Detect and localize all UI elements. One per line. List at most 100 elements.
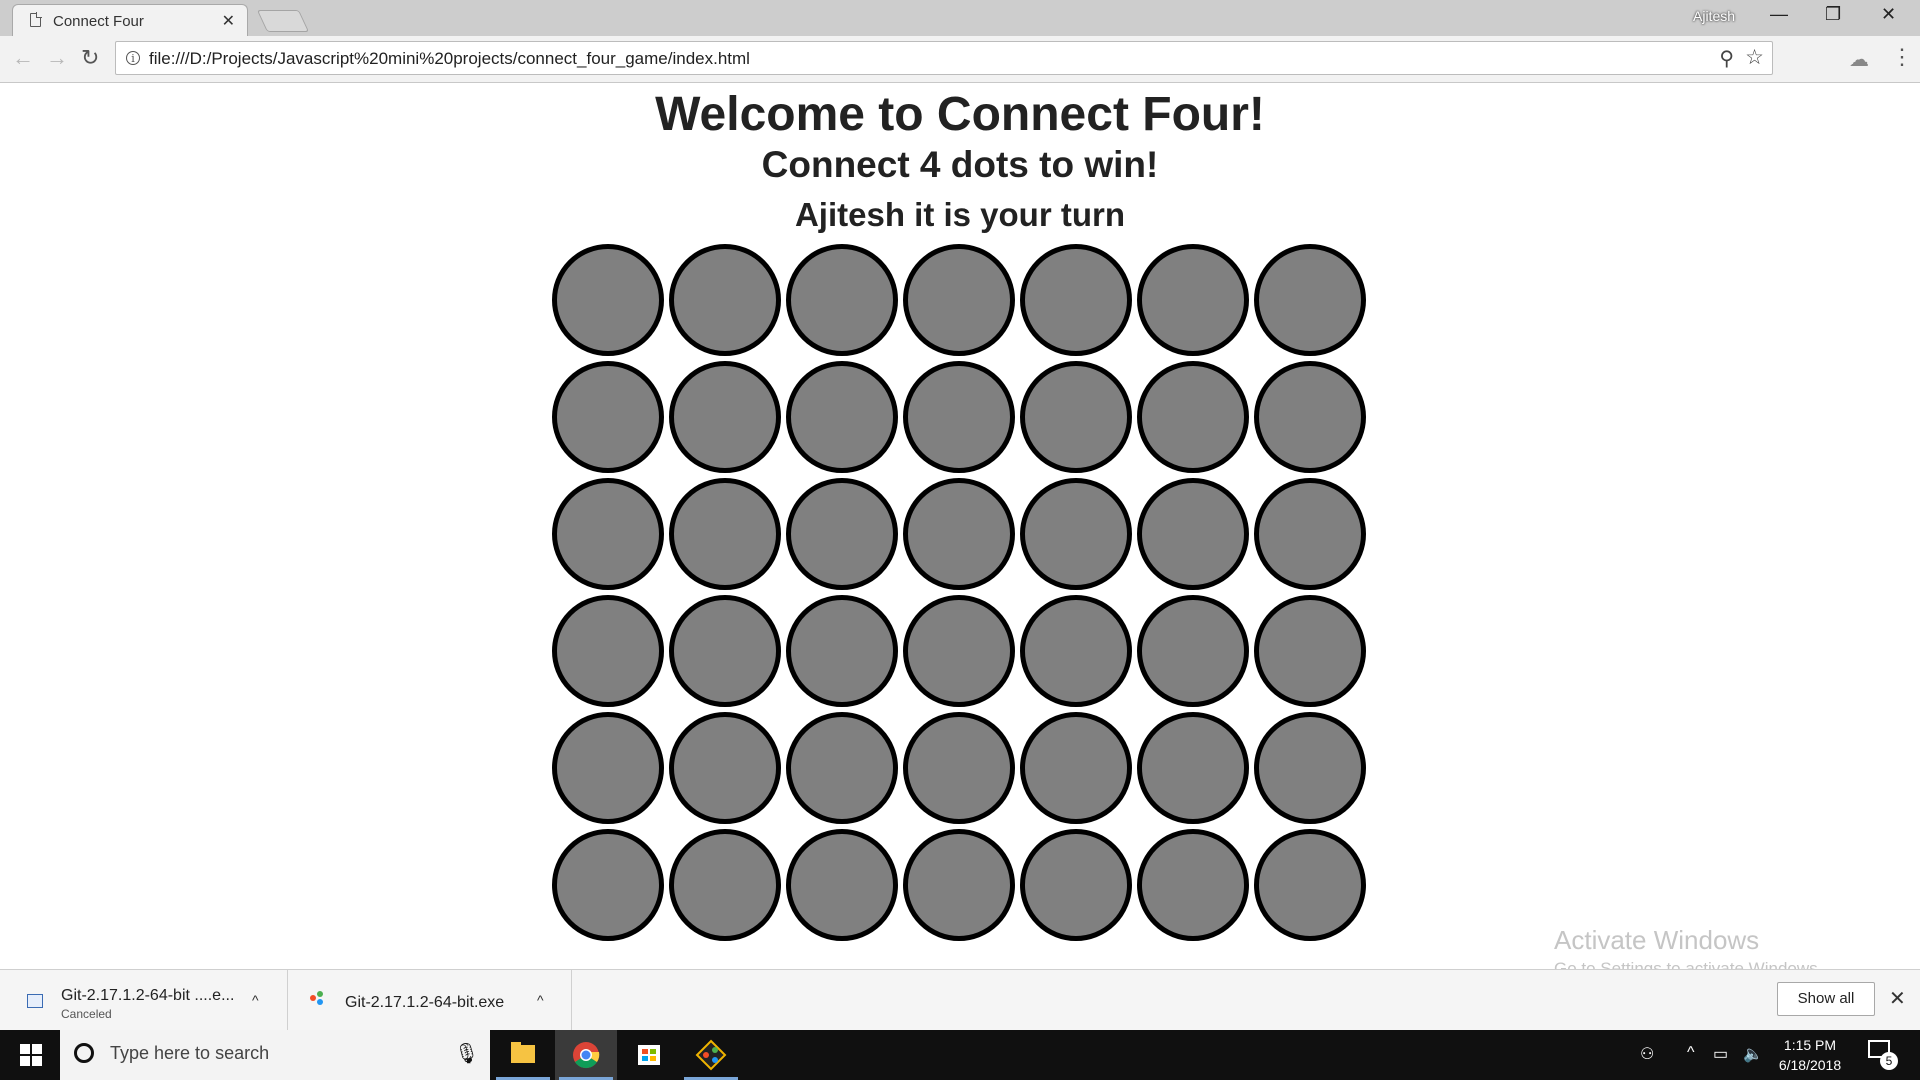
board-cell[interactable] xyxy=(552,595,664,707)
board-cell[interactable] xyxy=(786,478,898,590)
board-cell[interactable] xyxy=(669,361,781,473)
windows-taskbar: Type here to search 🎙 ⚇ ^ ▭ 🔈 1:15 PM 6/… xyxy=(0,1030,1920,1080)
store-icon[interactable] xyxy=(618,1030,680,1080)
chevron-up-icon[interactable]: ^ xyxy=(252,992,259,1008)
board-cell[interactable] xyxy=(786,829,898,941)
board-cell[interactable] xyxy=(903,244,1015,356)
board-cell[interactable] xyxy=(1020,595,1132,707)
cortana-icon xyxy=(74,1043,94,1063)
board-cell[interactable] xyxy=(669,244,781,356)
microphone-icon[interactable]: 🎙 xyxy=(454,1041,479,1066)
close-shelf-icon[interactable]: ✕ xyxy=(1889,986,1906,1011)
tab-close-icon[interactable]: ✕ xyxy=(222,11,235,31)
turn-message: Ajitesh it is your turn xyxy=(794,196,1126,233)
close-window-button[interactable]: ✕ xyxy=(1881,4,1896,25)
board-cell[interactable] xyxy=(1137,829,1249,941)
notification-count: 5 xyxy=(1880,1052,1898,1070)
page-content: Welcome to Connect Four! Connect 4 dots … xyxy=(0,83,1920,978)
battery-icon[interactable]: ▭ xyxy=(1713,1044,1728,1064)
board-cell[interactable] xyxy=(1254,361,1366,473)
tab-title: Connect Four xyxy=(53,13,144,30)
download-status: Canceled xyxy=(61,1007,112,1021)
chevron-up-icon[interactable]: ^ xyxy=(1687,1044,1695,1062)
search-placeholder[interactable]: Type here to search xyxy=(110,1043,269,1064)
game-board xyxy=(552,244,1372,946)
people-icon[interactable]: ⚇ xyxy=(1640,1044,1654,1064)
download-filename: Git-2.17.1.2-64-bit ....e... xyxy=(61,987,235,1004)
forward-button[interactable]: → xyxy=(46,45,68,71)
board-cell[interactable] xyxy=(903,829,1015,941)
clock-date: 6/18/2018 xyxy=(1778,1057,1842,1073)
restore-button[interactable]: ❐ xyxy=(1825,4,1841,25)
clock-time: 1:15 PM xyxy=(1783,1037,1837,1053)
board-cell[interactable] xyxy=(669,478,781,590)
taskbar-search[interactable]: Type here to search 🎙 xyxy=(60,1030,490,1080)
browser-toolbar: ← → ↻ i file:///D:/Projects/Javascript%2… xyxy=(0,36,1920,83)
board-cell[interactable] xyxy=(1254,244,1366,356)
bookmark-star-icon[interactable]: ☆ xyxy=(1745,45,1764,70)
chevron-up-icon[interactable]: ^ xyxy=(537,992,544,1008)
board-cell[interactable] xyxy=(786,712,898,824)
board-cell[interactable] xyxy=(1137,244,1249,356)
profile-button[interactable]: Ajitesh xyxy=(1693,8,1735,24)
download-filename: Git-2.17.1.2-64-bit.exe xyxy=(345,994,505,1011)
board-cell[interactable] xyxy=(552,478,664,590)
page-icon xyxy=(30,13,41,27)
start-button[interactable] xyxy=(0,1030,60,1080)
board-cell[interactable] xyxy=(903,478,1015,590)
info-icon[interactable]: i xyxy=(126,51,140,65)
board-cell[interactable] xyxy=(1137,595,1249,707)
board-cell[interactable] xyxy=(1020,712,1132,824)
download-item[interactable]: Git-2.17.1.2-64-bit ....e... Canceled ^ xyxy=(0,970,288,1030)
exe-file-icon xyxy=(27,994,43,1008)
extension-icon[interactable]: ☁ xyxy=(1849,47,1869,72)
git-icon xyxy=(310,991,323,1005)
taskbar-clock[interactable]: 1:15 PM 6/18/2018 xyxy=(1770,1035,1850,1075)
board-cell[interactable] xyxy=(552,361,664,473)
show-all-button[interactable]: Show all xyxy=(1777,982,1875,1016)
download-shelf: Git-2.17.1.2-64-bit ....e... Canceled ^ … xyxy=(0,969,1920,1030)
tab-connect-four[interactable]: Connect Four ✕ xyxy=(12,4,248,36)
git-app-icon[interactable] xyxy=(680,1030,742,1080)
board-cell[interactable] xyxy=(786,595,898,707)
board-cell[interactable] xyxy=(669,712,781,824)
board-cell[interactable] xyxy=(786,244,898,356)
board-cell[interactable] xyxy=(1020,361,1132,473)
board-cell[interactable] xyxy=(1137,478,1249,590)
page-subtitle: Connect 4 dots to win! xyxy=(761,144,1159,185)
minimize-button[interactable]: — xyxy=(1770,4,1788,25)
new-tab-button[interactable] xyxy=(256,10,310,32)
board-cell[interactable] xyxy=(1020,829,1132,941)
address-bar[interactable]: i file:///D:/Projects/Javascript%20mini%… xyxy=(115,41,1773,75)
board-cell[interactable] xyxy=(1254,478,1366,590)
board-cell[interactable] xyxy=(1020,244,1132,356)
board-cell[interactable] xyxy=(903,361,1015,473)
file-explorer-icon[interactable] xyxy=(492,1030,554,1080)
board-cell[interactable] xyxy=(786,361,898,473)
board-cell[interactable] xyxy=(903,712,1015,824)
board-cell[interactable] xyxy=(1254,595,1366,707)
zoom-icon[interactable]: ⚲ xyxy=(1719,46,1734,71)
board-cell[interactable] xyxy=(669,829,781,941)
windows-logo-icon xyxy=(20,1044,30,1054)
board-cell[interactable] xyxy=(552,244,664,356)
reload-button[interactable]: ↻ xyxy=(81,45,99,71)
board-cell[interactable] xyxy=(1254,712,1366,824)
activate-windows-watermark: Activate Windows xyxy=(1554,925,1760,955)
board-cell[interactable] xyxy=(903,595,1015,707)
board-cell[interactable] xyxy=(1137,712,1249,824)
url-text[interactable]: file:///D:/Projects/Javascript%20mini%20… xyxy=(149,49,750,69)
board-cell[interactable] xyxy=(1254,829,1366,941)
board-cell[interactable] xyxy=(552,712,664,824)
board-cell[interactable] xyxy=(669,595,781,707)
chrome-icon[interactable] xyxy=(555,1030,617,1080)
download-item[interactable]: Git-2.17.1.2-64-bit.exe ^ xyxy=(287,970,572,1030)
board-cell[interactable] xyxy=(1137,361,1249,473)
back-button[interactable]: ← xyxy=(12,45,34,71)
board-cell[interactable] xyxy=(552,829,664,941)
browser-tab-strip: Connect Four ✕ Ajitesh — ❐ ✕ xyxy=(0,0,1920,36)
board-cell[interactable] xyxy=(1020,478,1132,590)
browser-menu-icon[interactable]: ⋮ xyxy=(1891,44,1913,70)
page-title: Welcome to Connect Four! xyxy=(655,88,1265,141)
volume-icon[interactable]: 🔈 xyxy=(1743,1044,1763,1064)
